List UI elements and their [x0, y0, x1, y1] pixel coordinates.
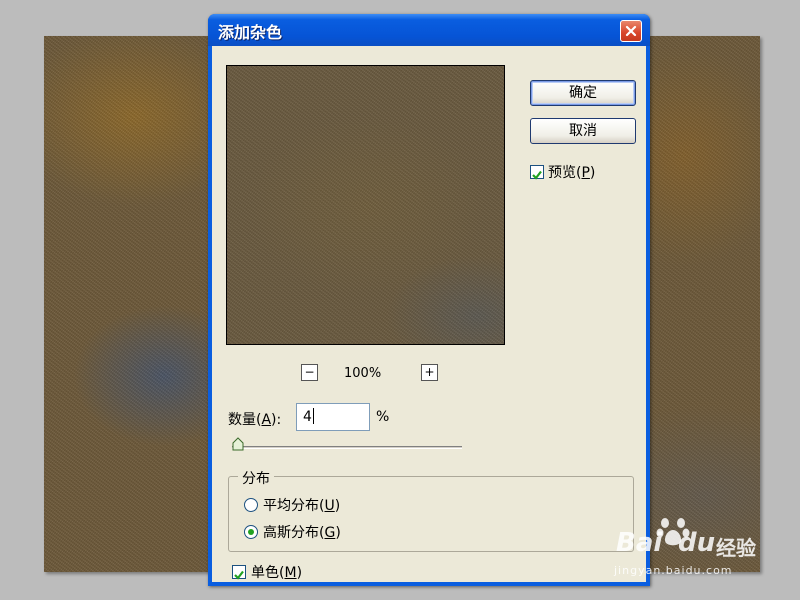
- watermark-brand: Bai: [616, 528, 663, 558]
- gaussian-radio[interactable]: [244, 525, 258, 539]
- checkmark-icon: [234, 570, 244, 580]
- amount-slider-thumb[interactable]: [232, 437, 244, 451]
- ok-button[interactable]: 确定: [530, 80, 636, 106]
- close-button[interactable]: [620, 20, 642, 42]
- watermark-suffix: 经验: [716, 536, 756, 560]
- watermark-url: jingyan.baidu.com: [614, 564, 733, 577]
- text-caret: [312, 408, 314, 424]
- watermark-brand-du: du: [678, 528, 716, 558]
- uniform-radio-label[interactable]: 平均分布(U): [263, 495, 340, 515]
- filter-preview[interactable]: [226, 65, 505, 345]
- zoom-level: 100%: [344, 366, 382, 381]
- dialog-title: 添加杂色: [218, 23, 283, 42]
- baidu-jingyan-watermark: Bai du 经验 jingyan.baidu.com: [612, 512, 762, 582]
- amount-input[interactable]: 4: [296, 403, 370, 431]
- amount-unit: %: [376, 409, 390, 425]
- zoom-out-button[interactable]: −: [301, 364, 318, 381]
- monochromatic-checkbox-label[interactable]: 单色(M): [251, 562, 302, 582]
- amount-label: 数量(A):: [228, 412, 282, 428]
- zoom-in-button[interactable]: +: [421, 364, 438, 381]
- monochromatic-checkbox[interactable]: [232, 565, 246, 580]
- dialog-body: − 100% + 确定 取消 预览(P) 数量(A): 4 % 分布 平均分布(…: [212, 46, 646, 582]
- dialog-title-bar[interactable]: 添加杂色: [208, 14, 650, 46]
- preview-checkbox-label[interactable]: 预览(P): [548, 162, 595, 182]
- preview-checkbox[interactable]: [530, 165, 544, 180]
- gaussian-radio-label[interactable]: 高斯分布(G): [263, 522, 341, 542]
- minus-icon: −: [304, 365, 315, 379]
- uniform-radio[interactable]: [244, 498, 258, 512]
- cancel-button[interactable]: 取消: [530, 118, 636, 144]
- add-noise-dialog: 添加杂色 − 100% + 确定 取消 预览(P) 数量(A): 4 % 分布 …: [208, 14, 650, 586]
- checkmark-icon: [532, 170, 542, 180]
- close-icon: [625, 25, 637, 37]
- amount-slider-track[interactable]: [232, 446, 462, 449]
- distribution-legend: 分布: [238, 468, 274, 488]
- plus-icon: +: [424, 365, 435, 379]
